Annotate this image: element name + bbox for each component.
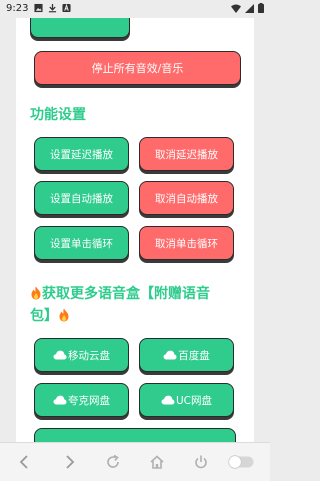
cancel-auto-play-button[interactable]: 取消自动播放 <box>139 181 234 215</box>
set-click-loop-button[interactable]: 设置单击循环 <box>34 226 129 260</box>
back-icon[interactable] <box>16 453 34 471</box>
uc-pan-label: UC网盘 <box>175 394 213 407</box>
image-icon <box>34 3 43 13</box>
section-title-more: 获取更多语音盒【附赠语音 包】 <box>30 283 250 327</box>
cancel-click-loop-button[interactable]: 取消单击循环 <box>139 226 234 260</box>
section-title-settings: 功能设置 <box>30 107 86 123</box>
font-icon <box>62 3 71 13</box>
baidu-pan-button[interactable]: 百度盘 <box>139 338 234 372</box>
set-click-loop-label: 设置单击循环 <box>50 237 113 250</box>
fire-icon <box>31 286 41 300</box>
status-bar: 9:23 <box>0 0 270 18</box>
set-delay-play-label: 设置延迟播放 <box>50 148 113 161</box>
forward-icon[interactable] <box>60 453 78 471</box>
signal-icon <box>245 3 254 13</box>
set-delay-play-button[interactable]: 设置延迟播放 <box>34 137 129 171</box>
cloud-icon <box>161 395 175 405</box>
cloud-icon <box>53 350 67 360</box>
toggle-icon[interactable] <box>228 455 254 469</box>
status-time: 9:23 <box>6 3 29 14</box>
cloud-icon <box>163 350 177 360</box>
baidu-pan-label: 百度盘 <box>178 349 210 362</box>
quark-pan-button[interactable]: 夸克网盘 <box>34 383 129 417</box>
cancel-delay-play-label: 取消延迟播放 <box>155 148 218 161</box>
mobile-cloud-label: 移动云盘 <box>68 349 110 362</box>
partial-bottom-button[interactable] <box>34 428 236 442</box>
set-auto-play-label: 设置自动播放 <box>50 192 113 205</box>
cancel-auto-play-label: 取消自动播放 <box>155 192 218 205</box>
more-title-line1: 获取更多语音盒【附赠语音 <box>42 286 210 302</box>
cancel-delay-play-button[interactable]: 取消延迟播放 <box>139 137 234 171</box>
bottom-nav-bar <box>0 442 270 481</box>
uc-pan-button[interactable]: UC网盘 <box>139 383 234 417</box>
cloud-icon <box>53 395 67 405</box>
stop-all-label: 停止所有音效/音乐 <box>91 62 184 75</box>
wifi-icon <box>231 4 241 13</box>
partial-top-button[interactable] <box>30 18 130 38</box>
refresh-icon[interactable] <box>104 453 122 471</box>
mobile-cloud-button[interactable]: 移动云盘 <box>34 338 129 372</box>
fire-icon <box>59 308 69 322</box>
content-panel[interactable]: 停止所有音效/音乐 功能设置 设置延迟播放 取消延迟播放 设置自动播放 取消自动… <box>16 18 254 442</box>
home-icon[interactable] <box>148 453 166 471</box>
cancel-click-loop-label: 取消单击循环 <box>155 237 218 250</box>
battery-icon <box>258 3 264 13</box>
quark-pan-label: 夸克网盘 <box>68 394 110 407</box>
download-icon <box>48 3 57 13</box>
more-title-line2: 包】 <box>30 308 58 324</box>
stop-all-button[interactable]: 停止所有音效/音乐 <box>34 51 241 85</box>
set-auto-play-button[interactable]: 设置自动播放 <box>34 181 129 215</box>
power-icon[interactable] <box>192 453 210 471</box>
